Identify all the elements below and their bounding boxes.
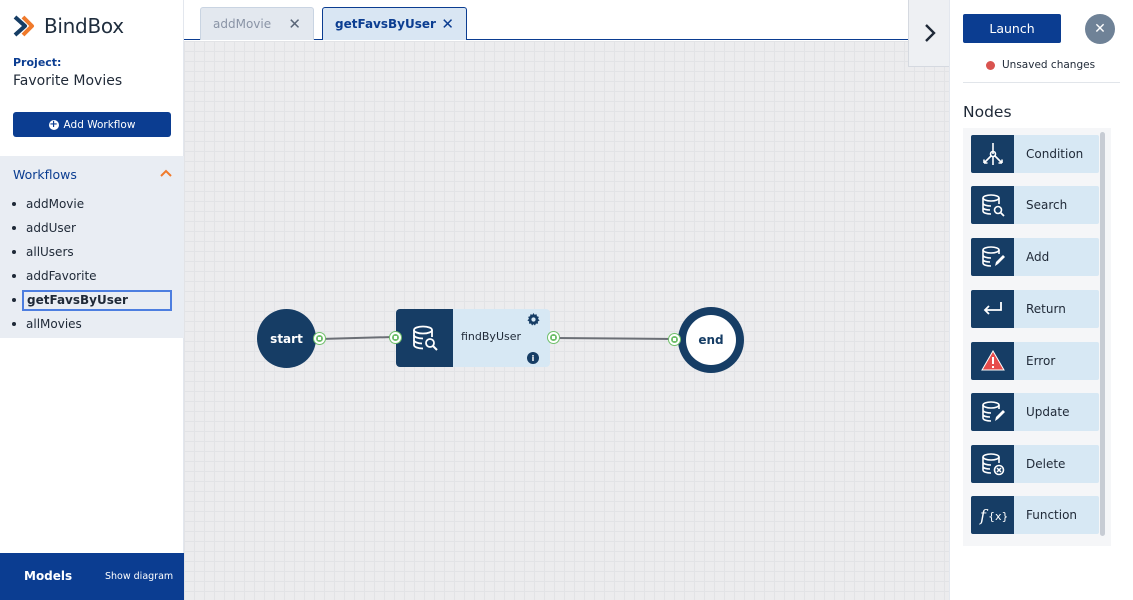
node-update[interactable]: Update	[971, 393, 1099, 431]
app-name: BindBox	[44, 14, 124, 38]
end-node[interactable]: end	[678, 307, 744, 373]
right-panel: Launch ✕ Unsaved changes Nodes Condition	[949, 0, 1133, 600]
nodes-palette: Condition Search Add Return Error Update…	[963, 128, 1111, 546]
update-db-icon	[971, 393, 1014, 431]
workflow-item[interactable]: addUser	[10, 216, 172, 240]
node-label: Condition	[1026, 147, 1084, 161]
workflow-item[interactable]: allMovies	[10, 312, 172, 336]
workflow-item[interactable]: addFavorite	[10, 264, 172, 288]
add-workflow-button[interactable]: + Add Workflow	[13, 112, 171, 137]
start-output-port[interactable]	[314, 333, 325, 344]
node-search[interactable]: Search	[971, 186, 1099, 224]
tab-label: getFavsByUser	[335, 17, 436, 31]
divider	[963, 82, 1120, 83]
tab-label: addMovie	[213, 17, 272, 31]
info-icon[interactable]: i	[527, 352, 539, 364]
unsaved-status: Unsaved changes	[986, 59, 1095, 71]
tab-addmovie[interactable]: addMovie ✕	[200, 7, 314, 40]
node-label: Error	[1026, 354, 1056, 368]
start-node[interactable]: start	[257, 309, 316, 368]
chevron-right-icon	[924, 24, 936, 42]
svg-text:{x}: {x}	[988, 510, 1007, 523]
tab-getfavsbyuser[interactable]: getFavsByUser ✕	[322, 7, 467, 40]
close-icon[interactable]: ✕	[441, 15, 454, 33]
delete-db-icon	[971, 445, 1014, 483]
node-add[interactable]: Add	[971, 238, 1099, 276]
workflows-title[interactable]: Workflows	[13, 167, 77, 182]
node-return[interactable]: Return	[971, 290, 1099, 328]
findbyuser-output-port[interactable]	[548, 332, 559, 343]
show-diagram-link[interactable]: Show diagram	[105, 571, 173, 582]
node-label: Delete	[1026, 457, 1066, 471]
workflow-item[interactable]: addMovie	[10, 192, 172, 216]
sidebar: BindBox Project: Favorite Movies + Add W…	[0, 0, 184, 600]
end-node-inner: end	[686, 315, 736, 365]
end-label: end	[698, 333, 724, 347]
end-input-port[interactable]	[669, 334, 680, 345]
error-icon	[971, 342, 1014, 380]
workflow-list: addMovie addUser allUsers addFavorite ge…	[10, 192, 172, 336]
models-title[interactable]: Models	[24, 569, 72, 583]
close-icon[interactable]: ✕	[288, 15, 301, 33]
unsaved-label: Unsaved changes	[1002, 59, 1096, 71]
add-workflow-label: Add Workflow	[63, 118, 136, 131]
node-label: Search	[1026, 198, 1068, 212]
node-condition[interactable]: Condition	[971, 135, 1099, 173]
collapse-panel-button[interactable]	[908, 0, 950, 67]
node-label: Add	[1026, 250, 1050, 264]
workflow-item-active[interactable]: getFavsByUser	[10, 288, 172, 312]
gear-icon[interactable]	[527, 313, 540, 326]
chevron-up-icon[interactable]	[160, 168, 172, 178]
add-db-icon	[971, 238, 1014, 276]
workflow-item[interactable]: allUsers	[10, 240, 172, 264]
findbyuser-label: findByUser	[461, 330, 522, 343]
unsaved-dot-icon	[986, 60, 995, 70]
nodes-title: Nodes	[963, 103, 1012, 121]
project-name: Favorite Movies	[13, 73, 123, 89]
findbyuser-input-port[interactable]	[390, 332, 401, 343]
node-label: Function	[1026, 508, 1078, 522]
condition-icon	[971, 135, 1014, 173]
nodes-scrollbar[interactable]	[1100, 132, 1105, 536]
close-icon[interactable]: ✕	[1085, 14, 1115, 44]
node-label: Return	[1026, 302, 1066, 316]
node-function[interactable]: f {x} Function	[971, 496, 1099, 534]
bindbox-logo-icon	[13, 15, 34, 37]
tab-bar: addMovie ✕ getFavsByUser ✕	[184, 0, 908, 40]
search-db-icon	[396, 309, 453, 367]
search-db-icon	[971, 186, 1014, 224]
models-bar: Models Show diagram	[0, 553, 184, 600]
app-logo[interactable]: BindBox	[12, 12, 124, 40]
project-label: Project:	[13, 56, 62, 69]
node-delete[interactable]: Delete	[971, 445, 1099, 483]
plus-circle-icon: +	[48, 118, 59, 130]
start-label: start	[270, 331, 303, 346]
launch-button[interactable]: Launch	[963, 14, 1061, 43]
function-icon: f {x}	[971, 496, 1014, 534]
return-icon	[971, 290, 1014, 328]
workflows-panel: Workflows addMovie addUser allUsers addF…	[0, 156, 184, 338]
node-label: Update	[1026, 405, 1070, 419]
findbyuser-node[interactable]: findByUser i	[396, 309, 550, 367]
node-error[interactable]: Error	[971, 342, 1099, 380]
